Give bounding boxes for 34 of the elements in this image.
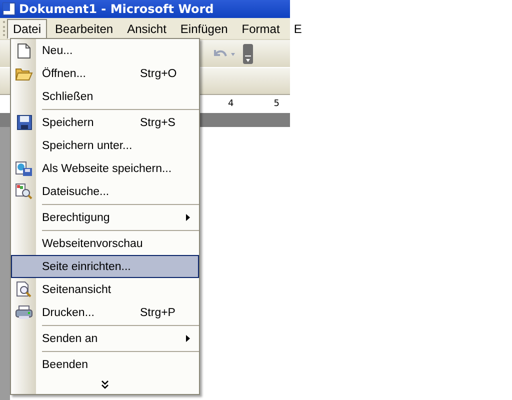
web-page-save-icon <box>15 160 33 176</box>
menu-bar-item[interactable]: Einfügen <box>174 18 234 38</box>
submenu-arrow-icon <box>186 214 190 221</box>
file-search-icon <box>15 183 33 200</box>
menu-item[interactable]: Berechtigung <box>11 206 199 229</box>
menu-item[interactable]: Neu... <box>11 39 199 62</box>
printer-icon <box>15 305 33 320</box>
menu-item[interactable]: Speichern unter... <box>11 134 199 157</box>
folder-icon <box>15 66 33 81</box>
submenu-arrow-icon <box>186 335 190 342</box>
window-title: Dokument1 - Microsoft Word <box>19 2 214 16</box>
menu-item[interactable]: Beenden <box>11 353 199 376</box>
menu-item[interactable]: Webseitenvorschau <box>11 232 199 255</box>
page-magnifier-icon <box>16 281 32 298</box>
expand-chevron-icon[interactable] <box>99 379 111 391</box>
toolbar-options-icon[interactable] <box>243 44 253 64</box>
menu-item[interactable]: Seitenansicht <box>11 278 199 301</box>
menu-bar-item[interactable]: Ansicht <box>121 18 172 38</box>
menu-bar-item[interactable]: E <box>288 18 308 38</box>
menu-item[interactable]: Öffnen... Strg+O <box>11 62 199 85</box>
blank-page-icon <box>17 42 31 58</box>
menu-item[interactable]: Speichern Strg+S <box>11 111 199 134</box>
ruler-number: 4 <box>228 99 234 109</box>
document-icon <box>2 2 16 16</box>
menu-bar-item[interactable]: Format <box>236 18 286 38</box>
ruler-number: 5 <box>274 99 280 109</box>
menu-bar-item[interactable]: Bearbeiten <box>49 18 120 38</box>
menu-item[interactable]: Schließen <box>11 85 199 108</box>
menu-item[interactable]: Senden an <box>11 327 199 350</box>
menu-bar-item[interactable]: Datei <box>7 18 48 38</box>
menu-item[interactable]: Als Webseite speichern... <box>11 157 199 180</box>
menu-item[interactable]: Dateisuche... <box>11 180 199 203</box>
menu-item[interactable]: Seite einrichten... <box>11 255 199 278</box>
menu-item[interactable]: Drucken... Strg+P <box>11 301 199 324</box>
